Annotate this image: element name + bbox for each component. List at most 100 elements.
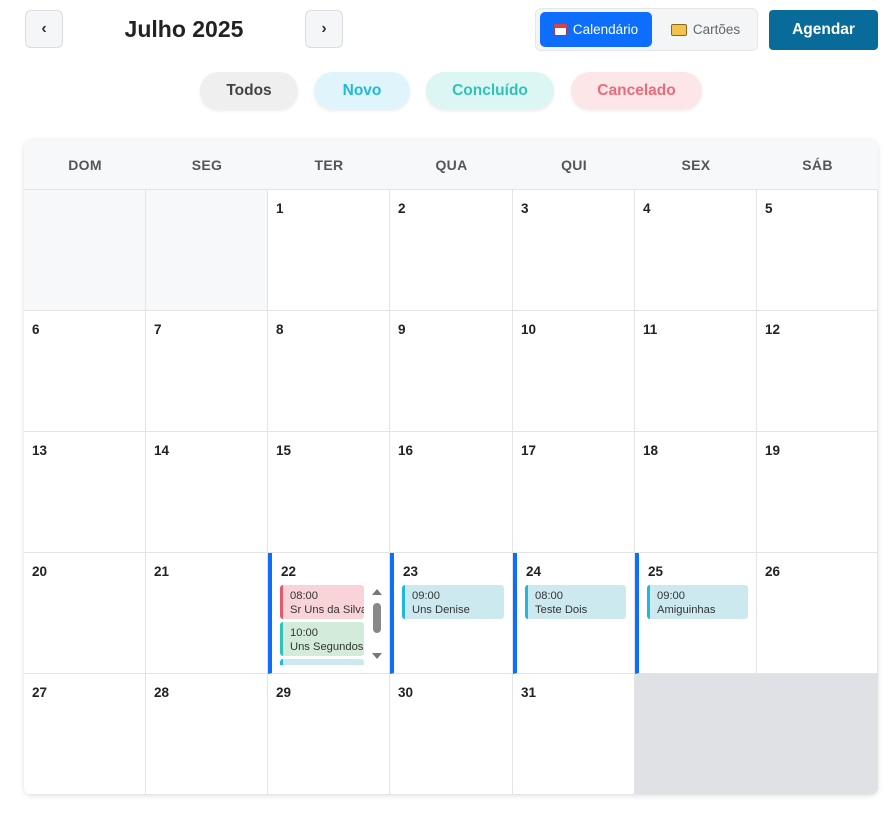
filter-all-button[interactable]: Todos [200, 72, 298, 109]
empty-day-cell [757, 674, 878, 795]
day-cell[interactable]: 23 09:00 Uns Denise [390, 553, 513, 674]
event-name: Teste Dois [535, 604, 588, 616]
cards-view-label: Cartões [692, 22, 741, 37]
event-item[interactable]: 09:00 Uns Denise [402, 585, 504, 619]
filter-new-button[interactable]: Novo [314, 72, 410, 109]
calendar-view-button[interactable]: Calendário [540, 12, 652, 47]
day-cell[interactable]: 10 [513, 311, 635, 432]
scroll-down-arrow-icon[interactable] [372, 653, 382, 659]
empty-day-cell [146, 190, 268, 311]
day-cell[interactable]: 24 08:00 Teste Dois [513, 553, 635, 674]
day-cell[interactable]: 3 [513, 190, 635, 311]
day-cell[interactable]: 15 [268, 432, 390, 553]
event-list: 09:00 Uns Denise [402, 585, 504, 622]
filter-completed-button[interactable]: Concluído [426, 72, 554, 109]
day-cell[interactable]: 17 [513, 432, 635, 553]
day-number: 15 [276, 443, 292, 458]
weekday-header: DOM SEG TER QUA QUI SEX SÁB [24, 140, 878, 190]
day-cell[interactable]: 11 [635, 311, 757, 432]
day-number: 9 [398, 322, 406, 337]
event-item[interactable]: 10:00 Uns Segundos [280, 622, 364, 656]
day-number: 19 [765, 443, 781, 458]
weekday-label: SÁB [802, 157, 833, 173]
scroll-up-arrow-icon[interactable] [372, 589, 382, 595]
day-number: 14 [154, 443, 170, 458]
event-list: 09:00 Amiguinhas [647, 585, 748, 622]
cards-view-button[interactable]: Cartões [658, 12, 753, 47]
event-item[interactable] [280, 659, 364, 665]
calendar-grid: DOM SEG TER QUA QUI SEX SÁB 1 2 3 4 5 6 7 8 9 10 11 12 13 1… [24, 140, 878, 795]
scroll-thumb[interactable] [373, 603, 381, 633]
day-cell[interactable]: 1 [268, 190, 390, 311]
day-cell[interactable]: 25 09:00 Amiguinhas [635, 553, 757, 674]
day-cell[interactable]: 4 [635, 190, 757, 311]
day-number: 6 [32, 322, 40, 337]
day-number: 27 [32, 685, 48, 700]
day-number: 11 [643, 322, 658, 337]
day-number: 30 [398, 685, 414, 700]
day-number: 29 [276, 685, 292, 700]
day-cell[interactable]: 20 [24, 553, 146, 674]
event-item[interactable]: 08:00 Sr Uns da Silva [280, 585, 364, 619]
day-cell[interactable]: 5 [757, 190, 878, 311]
event-time: 08:00 [290, 590, 318, 602]
day-number: 17 [521, 443, 537, 458]
day-number: 8 [276, 322, 284, 337]
folder-icon [670, 23, 687, 36]
day-number: 5 [765, 201, 773, 216]
day-cell[interactable]: 29 [268, 674, 390, 795]
day-number: 26 [765, 564, 781, 579]
prev-month-button[interactable]: ‹ [25, 10, 63, 48]
event-list: 08:00 Sr Uns da Silva 10:00 Uns Segundos [280, 585, 364, 665]
event-item[interactable]: 08:00 Teste Dois [525, 585, 626, 619]
day-cell[interactable]: 8 [268, 311, 390, 432]
day-cell[interactable]: 14 [146, 432, 268, 553]
calendar-view-label: Calendário [572, 22, 639, 37]
day-cell[interactable]: 22 08:00 Sr Uns da Silva 10:00 Uns Segundos [268, 553, 390, 674]
event-name: Uns Denise [412, 604, 470, 616]
day-cell[interactable]: 21 [146, 553, 268, 674]
event-time: 10:00 [290, 627, 318, 639]
day-cell[interactable]: 12 [757, 311, 878, 432]
next-month-button[interactable]: › [305, 10, 343, 48]
view-toggle: Calendário Cartões [535, 8, 758, 51]
schedule-button[interactable]: Agendar [769, 10, 878, 50]
day-cell[interactable]: 26 [757, 553, 878, 674]
day-number: 2 [398, 201, 406, 216]
day-number: 7 [154, 322, 162, 337]
day-cell[interactable]: 30 [390, 674, 513, 795]
day-cell[interactable]: 9 [390, 311, 513, 432]
weekday-label: QUA [435, 157, 468, 173]
weekday-label: DOM [68, 157, 102, 173]
day-cell[interactable]: 16 [390, 432, 513, 553]
day-cell[interactable]: 7 [146, 311, 268, 432]
event-time: 09:00 [412, 590, 440, 602]
day-number: 20 [32, 564, 48, 579]
day-number: 3 [521, 201, 529, 216]
event-name: Uns Segundos [290, 641, 364, 653]
empty-day-cell [24, 190, 146, 311]
day-cell[interactable]: 28 [146, 674, 268, 795]
day-cell[interactable]: 13 [24, 432, 146, 553]
day-number: 18 [643, 443, 659, 458]
day-number: 13 [32, 443, 48, 458]
day-cell[interactable]: 2 [390, 190, 513, 311]
day-cell[interactable]: 27 [24, 674, 146, 795]
day-number: 25 [648, 564, 664, 579]
day-cell[interactable]: 31 [513, 674, 635, 795]
event-list-scrollbar[interactable] [372, 589, 382, 659]
empty-day-cell [635, 674, 757, 795]
event-item[interactable]: 09:00 Amiguinhas [647, 585, 748, 619]
day-number: 22 [281, 564, 297, 579]
day-cell[interactable]: 6 [24, 311, 146, 432]
day-number: 28 [154, 685, 170, 700]
weekday-label: SEG [191, 157, 223, 173]
event-list: 08:00 Teste Dois [525, 585, 626, 622]
day-cell[interactable]: 18 [635, 432, 757, 553]
day-cell[interactable]: 19 [757, 432, 878, 553]
event-time: 08:00 [535, 590, 563, 602]
event-name: Amiguinhas [657, 604, 716, 616]
weekday-label: QUI [561, 157, 587, 173]
day-number: 23 [403, 564, 419, 579]
filter-cancelled-button[interactable]: Cancelado [571, 72, 702, 109]
